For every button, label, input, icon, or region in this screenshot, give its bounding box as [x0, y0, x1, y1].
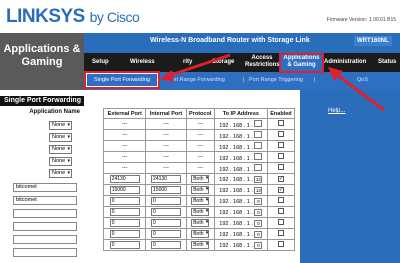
- arrow-to-tab: [328, 67, 385, 112]
- arrow-to-subtab: [160, 53, 231, 82]
- annotation-arrows: [160, 53, 385, 112]
